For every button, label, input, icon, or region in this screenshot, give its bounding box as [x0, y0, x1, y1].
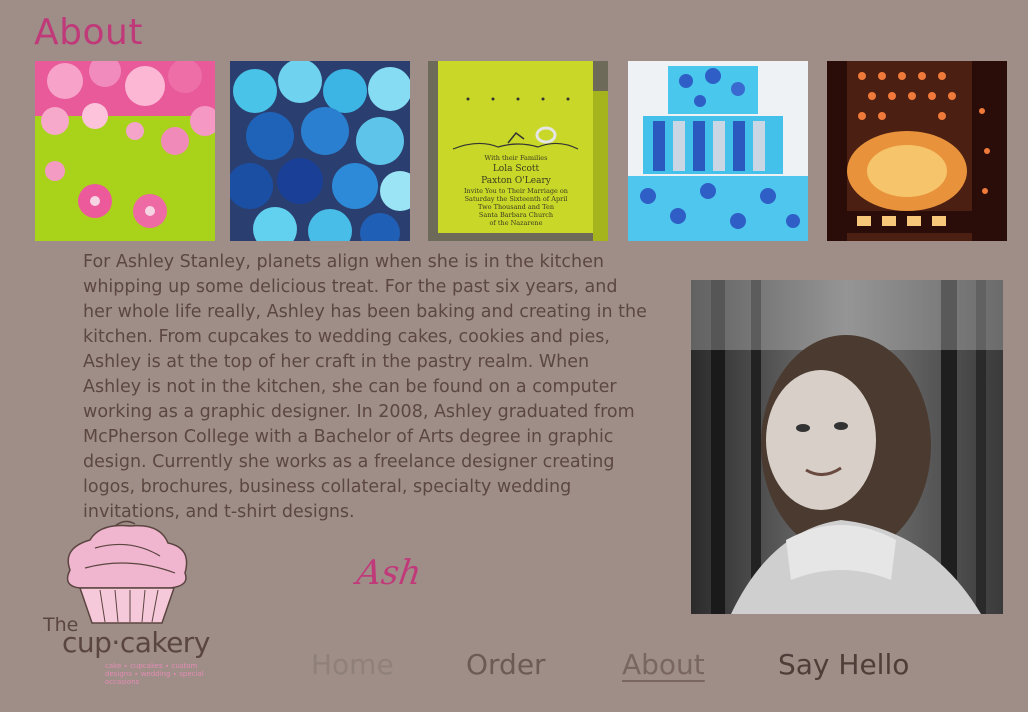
invitation-line: Saturday the Sixteenth of April	[465, 195, 568, 203]
invitation-line: Lola Scott	[493, 164, 540, 174]
portrait-photo	[691, 280, 1003, 614]
nav-home-link[interactable]: Home	[311, 648, 394, 681]
invitation-line: Invite You to Their Marriage on	[464, 187, 568, 195]
blue-cupcakes-photo[interactable]	[230, 61, 410, 241]
cupcake-logo-icon	[66, 520, 188, 624]
about-page: About With their Families Lola Scott Pax…	[0, 0, 1028, 712]
pink-flower-cake-photo[interactable]	[35, 61, 215, 241]
lantern-photo[interactable]	[827, 61, 1007, 241]
page-title: About	[34, 12, 143, 53]
nav-order-link[interactable]: Order	[466, 648, 546, 681]
invitation-line: Two Thousand and Ten	[478, 203, 554, 211]
invitation-line: Paxton O'Leary	[481, 176, 552, 186]
bio-text: For Ashley Stanley, planets align when s…	[83, 252, 647, 522]
invitation-line: Santa Barbara Church	[479, 211, 553, 219]
wedding-invitation-photo[interactable]: With their Families Lola Scott Paxton O'…	[428, 61, 608, 241]
nav-say-hello-link[interactable]: Say Hello	[778, 648, 909, 681]
signature: Ash	[354, 553, 424, 593]
logo-tagline: cake ∙ cupcakes ∙ custom designs ∙ weddi…	[105, 662, 204, 686]
invitation-line: With their Families	[485, 154, 548, 162]
polka-dot-tiered-cake-photo[interactable]	[628, 61, 808, 241]
logo-wordmark: cup·cakery	[62, 626, 210, 659]
cupcakery-logo[interactable]: The cup·cakery cake ∙ cupcakes ∙ custom …	[40, 518, 215, 698]
invitation-line: of the Nazarene	[490, 219, 543, 227]
nav-about-link[interactable]: About	[622, 648, 705, 681]
